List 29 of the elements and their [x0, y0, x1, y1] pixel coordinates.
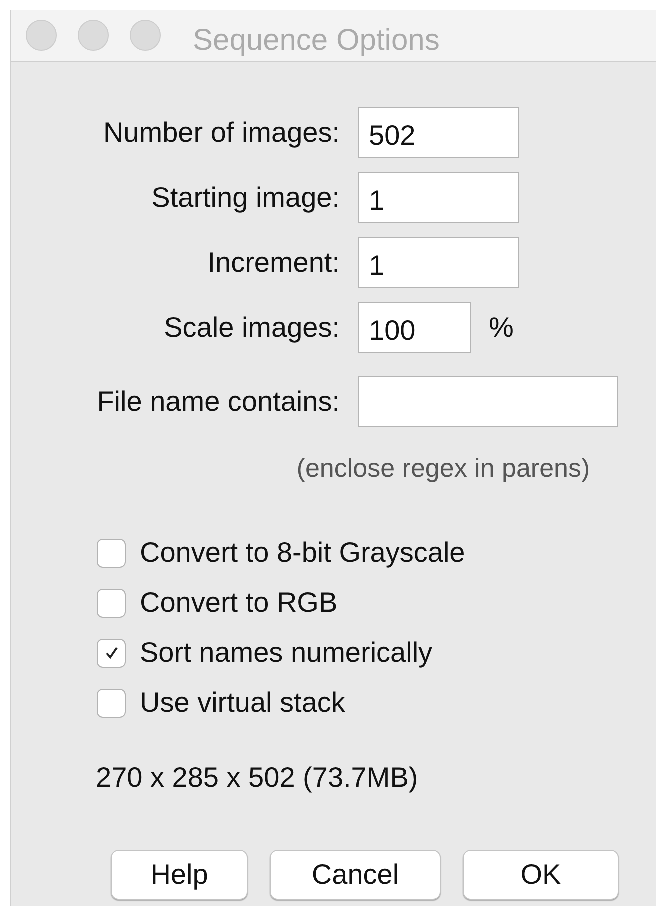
checkbox-label: Convert to RGB	[140, 586, 338, 620]
minimize-button[interactable]	[78, 20, 109, 51]
checkbox-label: Use virtual stack	[140, 686, 346, 720]
dialog-button[interactable]: Help	[111, 850, 248, 900]
number-field[interactable]: 502	[358, 107, 519, 158]
unit-label: %	[489, 310, 514, 344]
checkbox[interactable]	[97, 588, 126, 618]
field-label: File name contains:	[96, 384, 341, 418]
close-button[interactable]	[26, 20, 57, 51]
zoom-button[interactable]	[130, 20, 161, 51]
dialog-button[interactable]: OK	[463, 850, 619, 900]
field-label: Increment:	[206, 246, 341, 280]
number-field[interactable]: 1	[358, 172, 519, 223]
dialog-button[interactable]: Cancel	[270, 850, 441, 900]
checkbox-label: Convert to 8-bit Grayscale	[140, 536, 466, 570]
window-title: Sequence Options	[193, 23, 440, 59]
field-label: Number of images:	[102, 116, 341, 150]
checkbox[interactable]	[97, 538, 126, 568]
checkbox[interactable]	[97, 638, 126, 668]
check-icon	[104, 645, 120, 661]
field-label: Scale images:	[163, 310, 341, 345]
field-label: Starting image:	[150, 180, 341, 215]
number-field[interactable]: 100	[358, 302, 471, 353]
hint-text: (enclose regex in parens)	[296, 452, 590, 485]
checkbox-label: Sort names numerically	[140, 636, 433, 670]
number-field[interactable]: 1	[358, 237, 519, 288]
image-size-text: 270 x 285 x 502 (73.7MB)	[96, 762, 418, 793]
checkbox[interactable]	[97, 688, 126, 718]
text-field[interactable]	[358, 376, 618, 427]
